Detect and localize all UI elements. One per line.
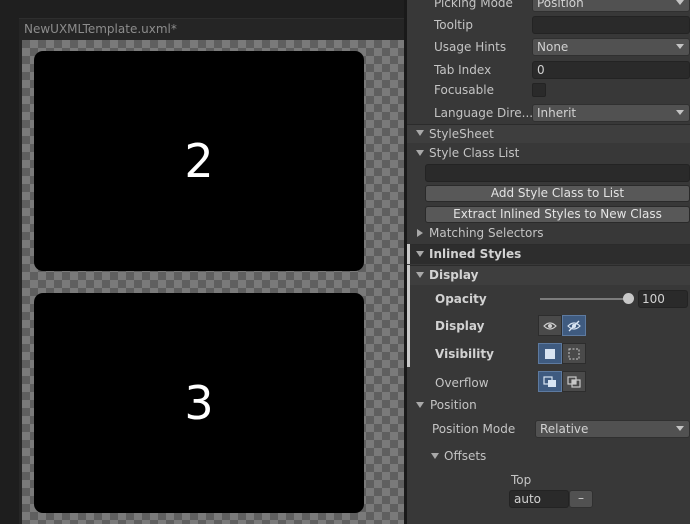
display-none-toggle[interactable] <box>562 315 586 336</box>
opacity-row: Opacity 100 <box>407 289 690 309</box>
chevron-down-icon <box>676 44 684 49</box>
picking-mode-label: Picking Mode <box>434 0 513 10</box>
focusable-label: Focusable <box>434 83 494 97</box>
overflow-label: Overflow <box>435 376 489 390</box>
picking-mode-dropdown[interactable]: Position <box>532 0 690 12</box>
card-label: 2 <box>184 134 214 188</box>
usage-hints-label: Usage Hints <box>434 40 507 54</box>
stylesheet-label: StyleSheet <box>429 127 494 141</box>
tooltip-row: Tooltip <box>407 15 690 35</box>
display-section-label: Display <box>429 268 479 282</box>
position-mode-row: Position Mode Relative <box>407 419 690 439</box>
viewport-panel: NewUXMLTemplate.uxml* 2 3 <box>0 0 404 524</box>
display-label: Display <box>435 319 485 333</box>
visibility-hidden-toggle[interactable] <box>562 343 586 364</box>
language-direction-label: Language Dire... <box>434 106 534 120</box>
add-style-class-button[interactable]: Add Style Class to List <box>425 185 690 202</box>
matching-selectors-label: Matching Selectors <box>429 226 544 240</box>
opacity-input[interactable]: 100 <box>638 290 688 308</box>
visibility-row: Visibility <box>407 343 690 365</box>
extract-inlined-styles-button[interactable]: Extract Inlined Styles to New Class <box>425 206 690 223</box>
style-class-list-header[interactable]: Style Class List <box>407 143 690 163</box>
viewport-left-rail <box>0 40 19 524</box>
foldout-closed-icon <box>417 229 423 237</box>
style-class-list-label: Style Class List <box>429 146 520 160</box>
foldout-open-icon <box>416 150 424 156</box>
language-direction-dropdown[interactable]: Inherit <box>532 104 690 122</box>
opacity-label: Opacity <box>435 292 487 306</box>
inspector-panel: Picking Mode Position Tooltip Usage Hint… <box>407 0 690 524</box>
display-flex-toggle[interactable] <box>538 315 562 336</box>
display-section-header[interactable]: Display <box>407 265 690 285</box>
overflow-visible-toggle[interactable] <box>538 371 562 392</box>
opacity-slider-handle[interactable] <box>623 293 634 304</box>
visibility-label: Visibility <box>435 347 494 361</box>
offsets-header[interactable]: Offsets <box>407 446 690 466</box>
overflow-hidden-icon <box>567 375 581 388</box>
foldout-open-icon <box>416 402 424 408</box>
visible-square-icon <box>545 348 555 359</box>
card-label: 3 <box>184 376 214 430</box>
eye-icon <box>543 321 557 330</box>
offsets-label: Offsets <box>444 449 487 463</box>
hidden-square-icon <box>568 348 580 359</box>
override-indicator <box>407 244 410 264</box>
language-direction-row: Language Dire... Inherit <box>407 103 690 123</box>
usage-hints-value: None <box>537 40 569 54</box>
overflow-row: Overflow <box>407 371 690 393</box>
usage-hints-dropdown[interactable]: None <box>532 38 690 56</box>
tooltip-input[interactable] <box>532 16 690 34</box>
opacity-slider-track[interactable] <box>540 298 628 300</box>
tooltip-label: Tooltip <box>434 18 473 32</box>
chevron-down-icon <box>676 110 684 115</box>
offset-top-input[interactable]: auto <box>509 490 569 508</box>
tab-index-row: Tab Index 0 <box>407 60 690 80</box>
display-row: Display <box>407 315 690 337</box>
document-tab-title: NewUXMLTemplate.uxml* <box>24 22 177 36</box>
position-mode-value: Relative <box>540 422 589 436</box>
canvas-checkerboard[interactable]: 2 3 <box>22 40 404 524</box>
foldout-open-icon <box>416 251 424 257</box>
tab-index-input[interactable]: 0 <box>532 61 690 79</box>
chevron-down-icon <box>676 426 684 431</box>
position-mode-dropdown[interactable]: Relative <box>535 420 690 438</box>
picking-mode-value: Position <box>537 0 584 10</box>
preview-card-2[interactable]: 2 <box>34 51 364 271</box>
position-section-header[interactable]: Position <box>407 395 690 415</box>
inlined-styles-label: Inlined Styles <box>429 247 522 261</box>
stylesheet-section-header[interactable]: StyleSheet <box>407 124 690 143</box>
offset-top-label: Top <box>511 473 532 487</box>
document-tab[interactable]: NewUXMLTemplate.uxml* <box>19 18 404 40</box>
focusable-checkbox[interactable] <box>532 83 546 97</box>
chevron-down-icon <box>676 0 684 5</box>
inlined-styles-header[interactable]: Inlined Styles <box>407 244 690 264</box>
foldout-open-icon <box>431 453 439 459</box>
preview-card-3[interactable]: 3 <box>34 293 364 513</box>
overflow-hidden-toggle[interactable] <box>562 371 586 392</box>
tab-index-label: Tab Index <box>434 63 492 77</box>
visibility-visible-toggle[interactable] <box>538 343 562 364</box>
position-section-label: Position <box>430 398 477 412</box>
foldout-open-icon <box>416 130 424 136</box>
style-class-input[interactable] <box>425 164 690 182</box>
usage-hints-row: Usage Hints None <box>407 37 690 57</box>
position-mode-label: Position Mode <box>432 422 516 436</box>
foldout-open-icon <box>416 272 424 278</box>
picking-mode-row: Picking Mode Position <box>407 0 690 13</box>
language-direction-value: Inherit <box>537 106 577 120</box>
offset-top-unit-dropdown[interactable]: – <box>569 490 593 508</box>
eye-hidden-icon <box>567 320 581 331</box>
overflow-visible-icon <box>543 375 556 387</box>
matching-selectors-header[interactable]: Matching Selectors <box>407 223 690 243</box>
focusable-row: Focusable <box>407 80 690 100</box>
